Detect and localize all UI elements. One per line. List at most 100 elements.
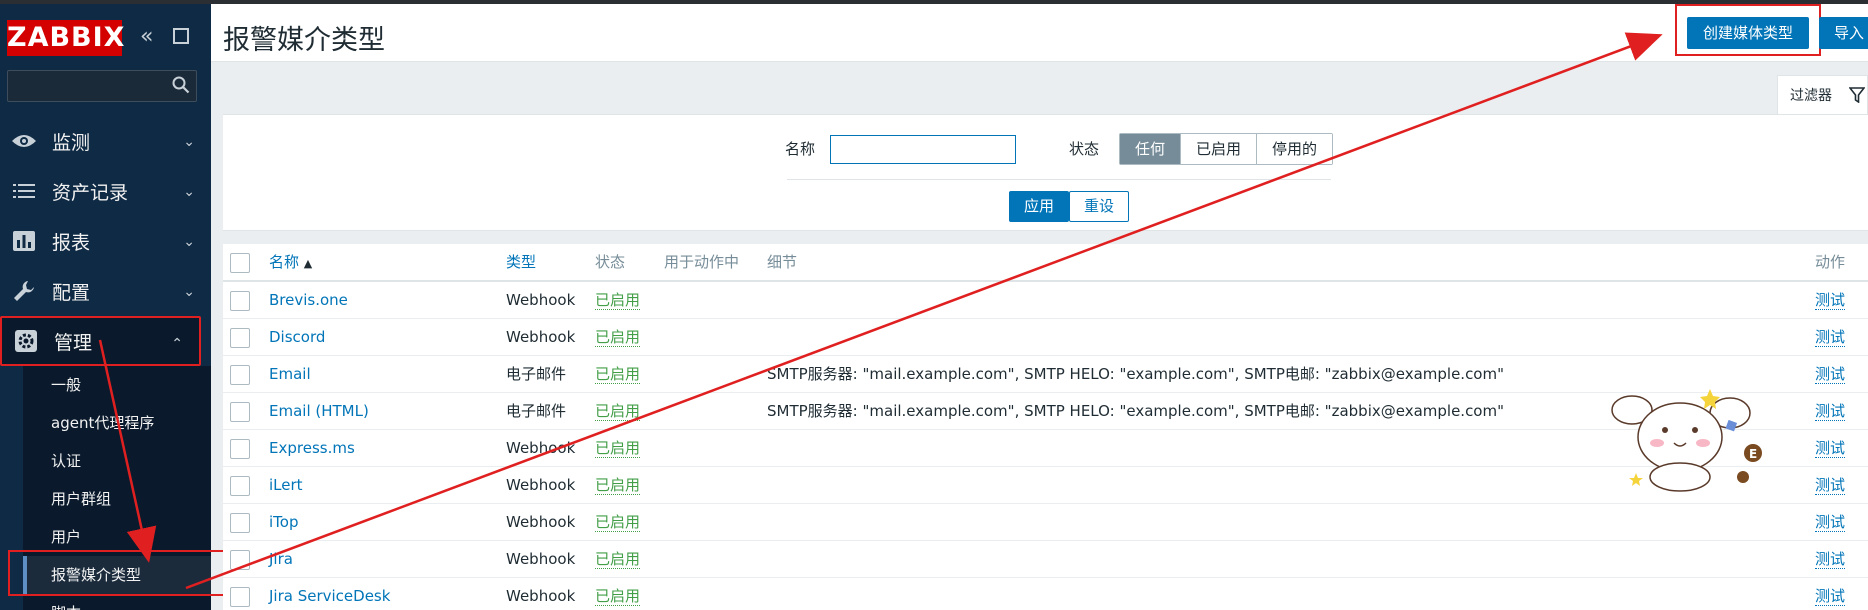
annotation-box-media-types bbox=[8, 550, 244, 596]
status-enabled-link[interactable]: 已启用 bbox=[595, 328, 641, 347]
test-link[interactable]: 测试 bbox=[1815, 402, 1846, 421]
create-media-type-button[interactable]: 创建媒体类型 bbox=[1687, 17, 1809, 49]
menu-item-monitoring[interactable]: 监测 ⌄ bbox=[0, 116, 211, 166]
status-cell: 已启用 bbox=[595, 541, 641, 578]
status-cell: 已启用 bbox=[595, 393, 641, 430]
collapse-sidebar-icon[interactable]: « bbox=[140, 24, 153, 49]
svg-text:E: E bbox=[1749, 447, 1757, 461]
select-all-checkbox[interactable] bbox=[230, 253, 250, 273]
menu-label: 管理 bbox=[54, 331, 93, 354]
status-enabled-link[interactable]: 已启用 bbox=[595, 476, 641, 495]
row-checkbox[interactable] bbox=[230, 328, 250, 348]
submenu-item-general[interactable]: 一般 bbox=[23, 366, 211, 404]
media-type-type: Webhook bbox=[506, 513, 576, 531]
media-type-name-link[interactable]: Jira ServiceDesk bbox=[269, 578, 390, 610]
reset-button[interactable]: 重设 bbox=[1069, 191, 1129, 222]
row-checkbox[interactable] bbox=[230, 513, 250, 533]
status-option-disabled[interactable]: 停用的 bbox=[1257, 134, 1333, 164]
media-type-name-link[interactable]: Email bbox=[269, 356, 311, 393]
media-type-name-link[interactable]: Jira bbox=[269, 541, 293, 578]
menu-item-configuration[interactable]: 配置 ⌄ bbox=[0, 266, 211, 316]
details-cell: SMTP服务器: "mail.example.com", SMTP HELO: … bbox=[767, 402, 1504, 420]
media-type-type: Webhook bbox=[506, 291, 576, 309]
media-type-name-link[interactable]: Discord bbox=[269, 319, 325, 356]
status-option-any[interactable]: 任何 bbox=[1120, 134, 1182, 164]
list-icon bbox=[10, 179, 38, 203]
test-link[interactable]: 测试 bbox=[1815, 365, 1846, 384]
status-cell: 已启用 bbox=[595, 282, 641, 319]
column-header-name-label: 名称 bbox=[269, 253, 300, 271]
action-cell: 测试 bbox=[1815, 356, 1846, 393]
eye-icon bbox=[10, 129, 38, 153]
media-type-type: Webhook bbox=[506, 328, 576, 346]
media-type-name-link[interactable]: Brevis.one bbox=[269, 282, 348, 319]
status-filter-label: 状态 bbox=[1069, 140, 1100, 158]
details-cell: SMTP服务器: "mail.example.com", SMTP HELO: … bbox=[767, 365, 1504, 383]
test-link[interactable]: 测试 bbox=[1815, 476, 1846, 495]
column-header-type[interactable]: 类型 bbox=[506, 244, 536, 281]
table-row: Discord Webhook 已启用 测试 bbox=[223, 319, 1868, 356]
row-checkbox[interactable] bbox=[230, 402, 250, 422]
status-enabled-link[interactable]: 已启用 bbox=[595, 513, 641, 532]
menu-item-reports[interactable]: 报表 ⌄ bbox=[0, 216, 211, 266]
submenu-item-proxies[interactable]: agent代理程序 bbox=[23, 404, 211, 442]
status-enabled-link[interactable]: 已启用 bbox=[595, 550, 641, 569]
name-filter-label: 名称 bbox=[785, 140, 816, 158]
search-icon[interactable] bbox=[172, 76, 190, 94]
status-option-enabled[interactable]: 已启用 bbox=[1181, 134, 1258, 164]
menu-label: 监测 bbox=[52, 131, 91, 154]
test-link[interactable]: 测试 bbox=[1815, 328, 1846, 347]
menu-item-inventory[interactable]: 资产记录 ⌄ bbox=[0, 166, 211, 216]
kiosk-mode-icon[interactable] bbox=[173, 28, 189, 44]
status-enabled-link[interactable]: 已启用 bbox=[595, 402, 641, 421]
row-checkbox[interactable] bbox=[230, 291, 250, 311]
row-checkbox[interactable] bbox=[230, 587, 250, 607]
status-enabled-link[interactable]: 已启用 bbox=[595, 291, 641, 310]
filter-tab-label: 过滤器 bbox=[1790, 88, 1832, 104]
test-link[interactable]: 测试 bbox=[1815, 587, 1846, 606]
media-type-type: 电子邮件 bbox=[506, 365, 567, 383]
status-cell: 已启用 bbox=[595, 578, 641, 610]
status-enabled-link[interactable]: 已启用 bbox=[595, 365, 641, 384]
wrench-icon bbox=[10, 279, 38, 303]
media-type-name-link[interactable]: iLert bbox=[269, 467, 303, 504]
cartoon-sticker-icon: E bbox=[1611, 389, 1762, 492]
row-checkbox[interactable] bbox=[230, 476, 250, 496]
test-link[interactable]: 测试 bbox=[1815, 550, 1846, 569]
status-enabled-link[interactable]: 已启用 bbox=[595, 587, 641, 606]
test-link[interactable]: 测试 bbox=[1815, 439, 1846, 458]
import-button[interactable]: 导入 bbox=[1819, 17, 1868, 49]
table-row: iTop Webhook 已启用 测试 bbox=[223, 504, 1868, 541]
gear-icon bbox=[12, 329, 40, 353]
sidebar-search-input[interactable] bbox=[7, 70, 197, 102]
test-link[interactable]: 测试 bbox=[1815, 513, 1846, 532]
zabbix-logo[interactable]: ZABBIX bbox=[7, 20, 125, 56]
row-checkbox[interactable] bbox=[230, 439, 250, 459]
chevron-down-icon: ⌄ bbox=[183, 184, 195, 200]
submenu-item-user-groups[interactable]: 用户群组 bbox=[23, 480, 211, 518]
filter-tab[interactable]: 过滤器 bbox=[1777, 75, 1868, 115]
submenu-item-scripts[interactable]: 脚本 bbox=[23, 594, 211, 610]
name-filter-input[interactable] bbox=[830, 135, 1016, 164]
column-header-name[interactable]: 名称 ▲ bbox=[269, 244, 312, 281]
row-checkbox[interactable] bbox=[230, 550, 250, 570]
action-cell: 测试 bbox=[1815, 504, 1846, 541]
action-cell: 测试 bbox=[1815, 541, 1846, 578]
submenu-item-authentication[interactable]: 认证 bbox=[23, 442, 211, 480]
column-header-type-label: 类型 bbox=[506, 253, 537, 271]
row-checkbox[interactable] bbox=[230, 365, 250, 385]
action-cell: 测试 bbox=[1815, 467, 1846, 504]
column-header-action: 动作 bbox=[1815, 253, 1846, 271]
media-type-type: Webhook bbox=[506, 550, 576, 568]
column-header-used-in-actions: 用于动作中 bbox=[664, 253, 740, 271]
chevron-down-icon: ⌄ bbox=[183, 234, 195, 250]
menu-item-administration[interactable]: 管理 ⌃ bbox=[0, 316, 201, 366]
test-link[interactable]: 测试 bbox=[1815, 291, 1846, 310]
media-type-name-link[interactable]: iTop bbox=[269, 504, 298, 541]
status-enabled-link[interactable]: 已启用 bbox=[595, 439, 641, 458]
media-type-name-link[interactable]: Express.ms bbox=[269, 430, 355, 467]
media-type-name-link[interactable]: Email (HTML) bbox=[269, 393, 369, 430]
apply-button[interactable]: 应用 bbox=[1009, 191, 1069, 222]
main-menu: 监测 ⌄ 资产记录 ⌄ 报表 ⌄ 配置 ⌄ 管理 ⌃ bbox=[0, 116, 211, 366]
status-cell: 已启用 bbox=[595, 504, 641, 541]
